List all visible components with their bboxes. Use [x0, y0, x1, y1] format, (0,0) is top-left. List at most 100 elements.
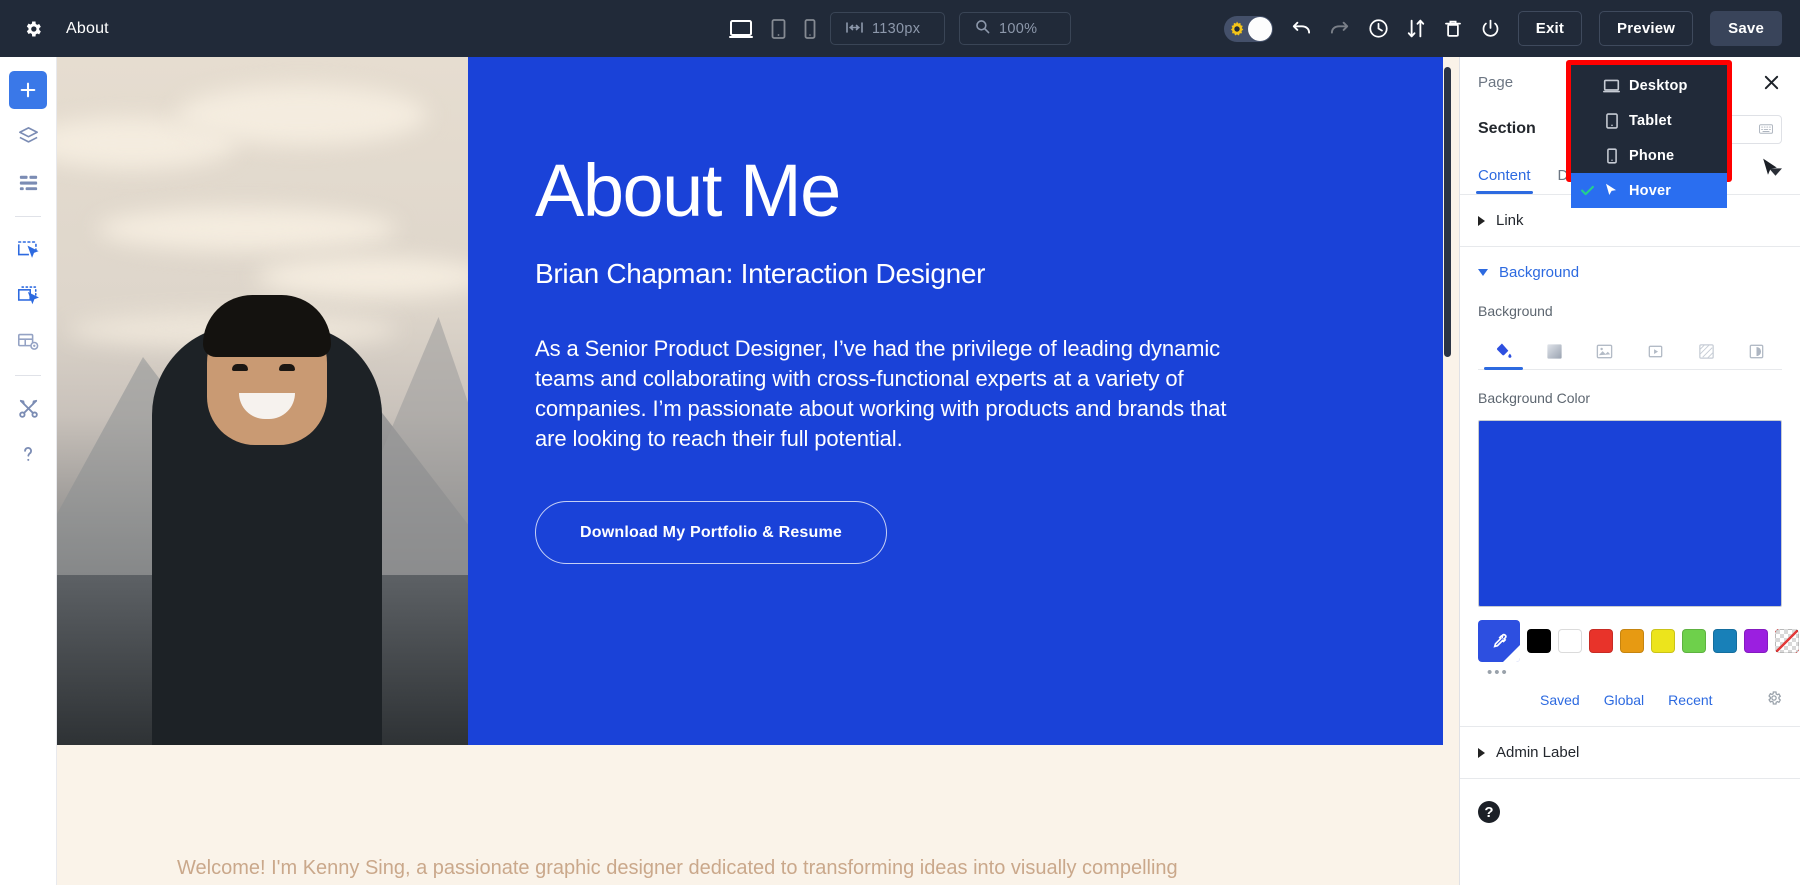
dropdown-label-hover: Hover	[1629, 183, 1671, 199]
background-settings: Background Background Color	[1460, 287, 1800, 726]
swatch-yellow[interactable]	[1651, 629, 1675, 653]
swatch-purple[interactable]	[1744, 629, 1768, 653]
desktop-icon[interactable]	[729, 19, 753, 39]
page-canvas[interactable]: About Me Brian Chapman: Interaction Desi…	[57, 57, 1459, 885]
top-toolbar: About 1130px 100%	[0, 0, 1800, 57]
link-recent[interactable]: Recent	[1668, 692, 1712, 708]
cursor-arrow-icon	[1602, 183, 1621, 198]
eyedropper-icon[interactable]	[1478, 620, 1520, 662]
chevron-right-icon	[1478, 748, 1485, 758]
history-clock-icon[interactable]	[1368, 18, 1389, 39]
exit-button[interactable]: Exit	[1518, 11, 1582, 46]
tab-content[interactable]: Content	[1478, 167, 1531, 194]
check-icon	[1580, 185, 1594, 196]
phone-icon	[1602, 148, 1621, 164]
device-switcher	[729, 19, 816, 39]
background-color-label: Background Color	[1478, 390, 1782, 406]
canvas-scrollbar[interactable]	[1443, 57, 1452, 885]
mask-icon[interactable]	[1731, 333, 1782, 369]
video-icon[interactable]	[1630, 333, 1681, 369]
gear-icon[interactable]	[22, 18, 44, 40]
left-rail	[0, 57, 57, 885]
download-portfolio-button[interactable]: Download My Portfolio & Resume	[535, 501, 887, 564]
width-arrows-icon	[846, 21, 863, 37]
help-button[interactable]	[9, 435, 47, 473]
canvas-width-value: 1130px	[872, 21, 920, 37]
zoom-level-input[interactable]: 100%	[959, 12, 1071, 45]
page-title: About	[66, 20, 109, 38]
preview-button[interactable]: Preview	[1599, 11, 1693, 46]
hero-section[interactable]: About Me Brian Chapman: Interaction Desi…	[57, 57, 1443, 745]
canvas-width-input[interactable]: 1130px	[830, 12, 945, 45]
paint-bucket-icon[interactable]	[1478, 333, 1529, 369]
tools-button[interactable]	[9, 389, 47, 427]
hover-state-dropdown: Desktop Tablet Phone Hover	[1571, 65, 1727, 177]
trash-icon[interactable]	[1443, 18, 1463, 39]
breadcrumb[interactable]: Page	[1478, 74, 1513, 91]
dropdown-item-desktop[interactable]: Desktop	[1571, 68, 1727, 103]
sort-arrows-icon[interactable]	[1406, 18, 1426, 39]
chevron-right-icon	[1478, 216, 1485, 226]
swatch-green[interactable]	[1682, 629, 1706, 653]
undo-icon[interactable]	[1290, 20, 1312, 38]
wireframe-button[interactable]	[9, 163, 47, 201]
scrollbar-thumb[interactable]	[1444, 67, 1451, 357]
below-fold-text: Welcome! I'm Kenny Sing, a passionate gr…	[57, 745, 1459, 883]
swatch-blue[interactable]	[1713, 629, 1737, 653]
desktop-icon	[1602, 79, 1621, 93]
save-button[interactable]: Save	[1710, 11, 1782, 46]
hero-photo[interactable]	[57, 57, 468, 745]
palette-links: Saved Global Recent	[1478, 681, 1782, 726]
link-saved[interactable]: Saved	[1540, 692, 1580, 708]
tablet-icon	[1602, 113, 1621, 129]
image-icon[interactable]	[1579, 333, 1630, 369]
panel-help-area: ?	[1460, 779, 1800, 845]
power-icon[interactable]	[1480, 18, 1501, 39]
question-circle-icon[interactable]: ?	[1478, 801, 1500, 823]
add-button[interactable]	[9, 71, 47, 109]
hero-body-text: As a Senior Product Designer, I’ve had t…	[535, 334, 1235, 455]
rail-divider-2	[15, 375, 41, 376]
magnifier-icon	[975, 19, 990, 38]
dropdown-item-tablet[interactable]: Tablet	[1571, 103, 1727, 138]
background-sub-label: Background	[1478, 303, 1782, 319]
accordion-admin-label[interactable]: Admin Label	[1460, 727, 1800, 779]
gear-icon[interactable]	[1766, 690, 1782, 709]
select-row-button[interactable]	[9, 276, 47, 314]
pattern-icon[interactable]	[1681, 333, 1732, 369]
color-palette-row	[1478, 620, 1782, 662]
mouse-cursor-icon	[1762, 158, 1779, 185]
redo-icon[interactable]	[1329, 20, 1351, 38]
dropdown-item-hover[interactable]: Hover	[1571, 173, 1727, 208]
hero-text-block[interactable]: About Me Brian Chapman: Interaction Desi…	[468, 57, 1443, 745]
gradient-icon[interactable]	[1529, 333, 1580, 369]
link-global[interactable]: Global	[1604, 692, 1644, 708]
tablet-icon[interactable]	[771, 19, 786, 39]
accordion-link-label: Link	[1496, 212, 1524, 229]
dropdown-label-tablet: Tablet	[1629, 113, 1672, 129]
more-colors-dots[interactable]: •••	[1478, 664, 1782, 681]
swatch-orange[interactable]	[1620, 629, 1644, 653]
toggle-knob	[1248, 17, 1272, 41]
layers-button[interactable]	[9, 117, 47, 155]
swatch-red[interactable]	[1589, 629, 1613, 653]
phone-icon[interactable]	[804, 19, 816, 39]
wireframe-mode-toggle[interactable]	[1224, 16, 1273, 42]
accordion-admin-label-text: Admin Label	[1496, 744, 1579, 761]
swatch-black[interactable]	[1527, 629, 1551, 653]
close-icon[interactable]	[1758, 69, 1784, 95]
swatch-white[interactable]	[1558, 629, 1582, 653]
dropdown-item-phone[interactable]: Phone	[1571, 138, 1727, 173]
keyboard-icon	[1759, 122, 1773, 137]
swatch-transparent[interactable]	[1775, 629, 1799, 653]
zoom-level-value: 100%	[999, 21, 1037, 37]
select-section-button[interactable]	[9, 230, 47, 268]
panel-section-title: Section	[1478, 120, 1536, 138]
chevron-down-icon	[1478, 269, 1488, 276]
hero-subtitle: Brian Chapman: Interaction Designer	[535, 258, 1443, 290]
background-color-swatch[interactable]	[1478, 420, 1782, 607]
hero-title: About Me	[535, 152, 1443, 230]
accordion-background[interactable]: Background	[1460, 247, 1800, 287]
dropdown-label-phone: Phone	[1629, 148, 1674, 164]
select-module-button[interactable]	[9, 322, 47, 360]
